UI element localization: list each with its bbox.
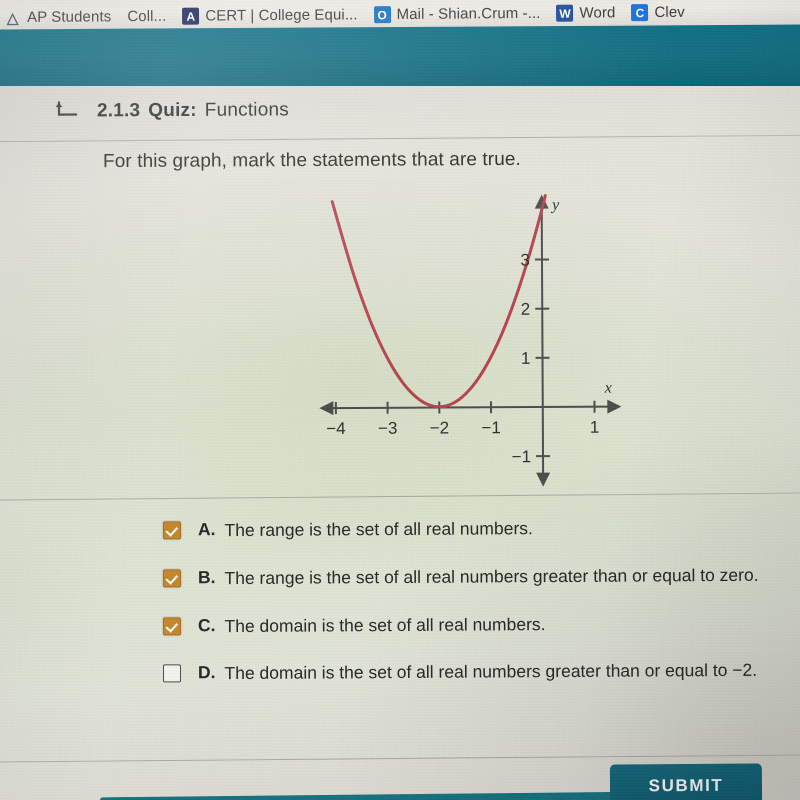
choice-text: The range is the set of all real numbers… (224, 564, 759, 588)
choice-letter: B. (197, 566, 216, 587)
svg-text:−4: −4 (326, 419, 345, 438)
checkbox-c[interactable] (162, 616, 182, 635)
header-divider (0, 134, 800, 143)
bookmark-cert-college-equiv[interactable]: A CERT | College Equi... (182, 6, 358, 25)
check-icon (164, 618, 178, 632)
choice-text: The range is the set of all real numbers… (224, 518, 533, 541)
svg-text:−2: −2 (430, 418, 449, 437)
activity-type-label: Quiz: (148, 99, 197, 122)
bookmark-ap-students[interactable]: △ AP Students (4, 8, 112, 27)
graph-tick-marks (334, 258, 596, 458)
answer-choice-c[interactable]: C. The domain is the set of all real num… (0, 611, 800, 639)
bookmark-college-board[interactable]: Coll... (127, 8, 166, 25)
answer-choice-d[interactable]: D. The domain is the set of all real num… (0, 659, 800, 687)
bookmark-label: Coll... (127, 7, 167, 26)
word-icon: W (556, 4, 574, 22)
outlook-mail-icon: O (373, 6, 391, 24)
question-prompt: For this graph, mark the statements that… (102, 148, 521, 173)
answer-choice-b[interactable]: B. The range is the set of all real numb… (0, 563, 800, 591)
clever-icon: C (631, 4, 649, 22)
graph-canvas: −4 −3 −2 −1 1 1 2 3 −1 x y (319, 194, 622, 487)
checkbox-d[interactable] (162, 664, 182, 683)
bookmark-label: AP Students (26, 8, 112, 26)
svg-text:2: 2 (521, 300, 531, 319)
checkbox-a[interactable] (162, 521, 182, 540)
svg-text:3: 3 (520, 251, 530, 270)
lesson-number: 2.1.3 (96, 100, 141, 122)
screen-photo: △ AP Students Coll... A CERT | College E… (0, 0, 800, 800)
cert-icon: A (182, 7, 200, 25)
graph-axes (319, 194, 622, 487)
bookmark-label: Clev (654, 3, 685, 22)
quiz-header: 2.1.3 Quiz: Functions (55, 99, 289, 122)
bookmark-clever[interactable]: C Clev (631, 3, 685, 22)
svg-text:−1: −1 (512, 447, 531, 466)
check-icon (164, 523, 178, 537)
choice-text: The domain is the set of all real number… (224, 660, 758, 684)
footer-divider (0, 754, 800, 763)
choice-text: The domain is the set of all real number… (224, 613, 546, 636)
ap-students-icon: △ (6, 9, 19, 27)
choice-letter: C. (197, 614, 216, 635)
svg-text:x: x (604, 380, 612, 397)
svg-text:1: 1 (521, 349, 531, 368)
answer-choice-a[interactable]: A. The range is the set of all real numb… (0, 516, 800, 544)
bookmark-word[interactable]: W Word (556, 4, 616, 22)
svg-text:−1: −1 (481, 418, 500, 437)
svg-text:−3: −3 (378, 419, 397, 438)
checkbox-b[interactable] (162, 569, 182, 588)
svg-text:1: 1 (590, 418, 600, 437)
app-header-banner (0, 24, 800, 92)
graph-tick-labels: −4 −3 −2 −1 1 1 2 3 −1 x y (326, 197, 612, 467)
bookmark-label: Word (579, 4, 616, 22)
bookmark-outlook-mail[interactable]: O Mail - Shian.Crum -... (373, 4, 541, 24)
function-graph: −4 −3 −2 −1 1 1 2 3 −1 x y (319, 194, 622, 487)
parabola-curve (330, 194, 547, 409)
answer-choice-list: A. The range is the set of all real numb… (0, 518, 800, 709)
choice-letter: D. (197, 662, 216, 683)
bookmark-label: Mail - Shian.Crum -... (396, 4, 541, 24)
svg-text:y: y (550, 197, 560, 214)
choice-letter: A. (197, 519, 216, 540)
choices-top-divider (0, 492, 800, 501)
page-title: Functions (204, 99, 290, 121)
submit-button[interactable]: SUBMIT (609, 763, 763, 800)
bookmark-label: CERT | College Equi... (205, 6, 358, 25)
quiz-page: 2.1.3 Quiz: Functions For this graph, ma… (0, 86, 800, 800)
check-icon (164, 571, 178, 584)
return-arrow-icon[interactable] (55, 100, 79, 122)
